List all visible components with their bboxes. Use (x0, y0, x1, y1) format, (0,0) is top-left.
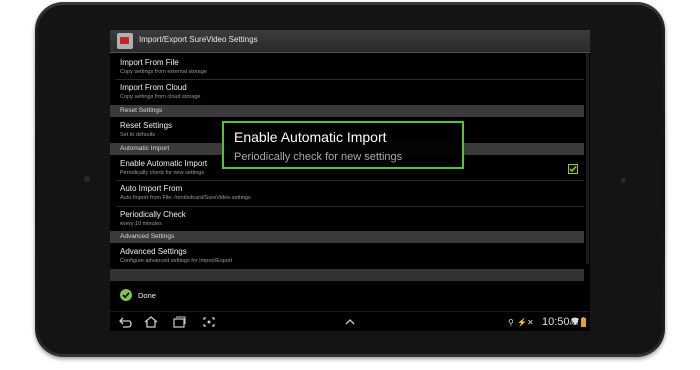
done-label: Done (138, 291, 156, 300)
item-subtitle: Auto Import from File: /mnt/sdcard/SureV… (120, 195, 251, 201)
sync-icon: ✕ (527, 318, 534, 327)
done-button[interactable]: Done (110, 283, 590, 309)
clock-time: 10:50 (542, 316, 570, 328)
callout-title: Enable Automatic Import (234, 129, 387, 145)
app-icon (117, 33, 133, 49)
check-icon (569, 166, 577, 173)
item-subtitle: Copy settings from cloud storage (120, 94, 201, 100)
item-title: Import From Cloud (120, 83, 187, 92)
scrollbar[interactable] (586, 54, 589, 264)
item-title: Import From File (120, 58, 179, 67)
item-title: Advanced Settings (120, 247, 187, 256)
zoom-callout: Enable Automatic Import Periodically che… (222, 121, 464, 169)
window-title: Import/Export SureVideo Settings (139, 35, 258, 44)
back-icon[interactable] (118, 316, 132, 328)
debug-icon: ⚡ (517, 318, 527, 327)
recent-apps-icon[interactable] (172, 316, 186, 328)
item-title: Auto Import From (120, 184, 183, 193)
enable-automatic-import-checkbox[interactable] (568, 164, 578, 174)
section-label: Automatic Import (120, 145, 170, 152)
item-subtitle: Periodically check for new settings (120, 170, 205, 176)
home-icon[interactable] (144, 316, 158, 328)
wifi-icon (571, 317, 579, 325)
auto-import-from-item[interactable]: Auto Import From Auto Import from File: … (110, 181, 584, 206)
sensor (621, 178, 626, 183)
item-title: Enable Automatic Import (120, 159, 208, 168)
usb-icon: ⚲ (508, 318, 514, 327)
item-title: Periodically Check (120, 210, 186, 219)
screenshot-icon[interactable] (202, 316, 216, 328)
item-title: Reset Settings (120, 121, 173, 130)
list-footer (110, 269, 584, 281)
section-header-reset: Reset Settings (110, 105, 584, 117)
periodically-check-item[interactable]: Periodically Check every 10 minutes (110, 207, 584, 231)
check-circle-icon (120, 289, 132, 301)
import-from-cloud-item[interactable]: Import From Cloud Copy settings from clo… (110, 80, 584, 104)
camera (84, 176, 90, 182)
battery-icon (581, 317, 586, 327)
section-label: Advanced Settings (120, 233, 175, 240)
item-subtitle: Copy settings from external storage (120, 69, 207, 75)
screen: Import/Export SureVideo Settings Import … (110, 30, 590, 331)
advanced-settings-item[interactable]: Advanced Settings Configure advanced set… (110, 244, 584, 269)
chevron-up-icon[interactable] (343, 316, 357, 328)
navigation-bar: ⚲ ⚡ ✕ 10:50AM (110, 311, 590, 331)
item-subtitle: every 10 minutes (120, 221, 162, 227)
import-from-file-item[interactable]: Import From File Copy settings from exte… (110, 53, 584, 79)
title-bar: Import/Export SureVideo Settings (110, 30, 590, 53)
callout-subtitle: Periodically check for new settings (234, 151, 403, 163)
item-subtitle: Set to defaults (120, 132, 156, 138)
section-label: Reset Settings (120, 107, 163, 114)
item-subtitle: Configure advanced settings for Import/E… (120, 258, 233, 264)
section-header-advanced: Advanced Settings (110, 231, 584, 243)
